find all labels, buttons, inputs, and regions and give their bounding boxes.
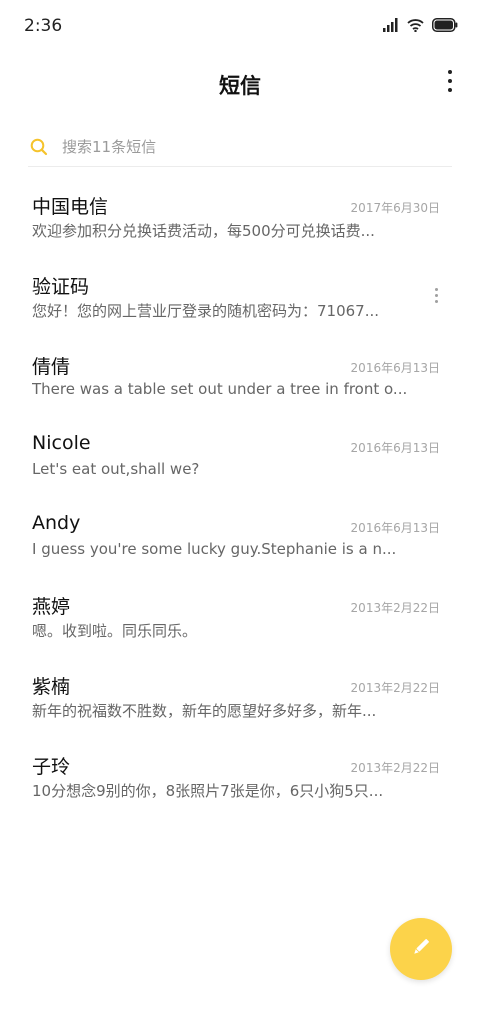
conversation-item[interactable]: 紫楠 2013年2月22日 新年的祝福数不胜数，新年的愿望好多好多，新年...: [0, 658, 480, 738]
contact-name: 燕婷: [32, 596, 71, 618]
message-preview: 嗯。收到啦。同乐同乐。: [32, 622, 198, 640]
contact-name: 子玲: [32, 756, 71, 778]
message-date: 2013年2月22日: [350, 601, 440, 615]
more-options-button[interactable]: [446, 70, 454, 96]
message-date: 2016年6月13日: [350, 441, 440, 455]
message-preview: 欢迎参加积分兑换话费活动，每500分可兑换话费...: [32, 222, 375, 240]
page-title: 短信: [219, 74, 261, 98]
message-date: 2016年6月13日: [350, 521, 440, 535]
contact-name: 中国电信: [32, 196, 109, 218]
contact-name: Nicole: [32, 432, 91, 454]
battery-icon: [432, 18, 458, 32]
contact-name: 紫楠: [32, 676, 71, 698]
message-preview: 10分想念9别的你，8张照片7张是你，6只小狗5只...: [32, 782, 384, 800]
conversation-item[interactable]: 倩倩 2016年6月13日 There was a table set out …: [0, 338, 480, 418]
message-preview: 您好！您的网上营业厅登录的随机密码为：71067...: [32, 302, 380, 320]
message-preview: 新年的祝福数不胜数，新年的愿望好多好多，新年...: [32, 702, 377, 720]
message-date: 2017年6月30日: [350, 201, 440, 215]
conversation-item[interactable]: 燕婷 2013年2月22日 嗯。收到啦。同乐同乐。: [0, 578, 480, 658]
conversation-item[interactable]: 子玲 2013年2月22日 10分想念9别的你，8张照片7张是你，6只小狗5只.…: [0, 738, 480, 818]
message-date: 2013年2月22日: [350, 681, 440, 695]
conversation-list: 中国电信 2017年6月30日 欢迎参加积分兑换话费活动，每500分可兑换话费.…: [0, 178, 480, 818]
contact-name: 倩倩: [32, 356, 71, 378]
status-time: 2:36: [24, 16, 63, 36]
message-preview: Let's eat out,shall we?: [32, 460, 200, 478]
search-bar[interactable]: [28, 130, 452, 167]
conversation-item[interactable]: Nicole 2016年6月13日 Let's eat out,shall we…: [0, 418, 480, 498]
search-input[interactable]: [62, 134, 432, 160]
conversation-item[interactable]: 中国电信 2017年6月30日 欢迎参加积分兑换话费活动，每500分可兑换话费.…: [0, 178, 480, 258]
status-icons: [383, 17, 458, 33]
compose-button[interactable]: [390, 918, 452, 980]
more-vertical-icon: [446, 70, 454, 92]
message-preview: I guess you're some lucky guy.Stephanie …: [32, 540, 397, 558]
compose-pencil-icon: [410, 936, 432, 962]
search-icon: [30, 138, 48, 156]
app-header: 短信: [0, 60, 480, 108]
message-preview: There was a table set out under a tree i…: [32, 380, 408, 398]
conversation-item[interactable]: Andy 2016年6月13日 I guess you're some luck…: [0, 498, 480, 578]
message-date: 2016年6月13日: [350, 361, 440, 375]
row-more-options-icon[interactable]: [434, 288, 438, 304]
message-date: 2013年2月22日: [350, 761, 440, 775]
status-bar: 2:36: [0, 0, 480, 52]
contact-name: Andy: [32, 512, 81, 534]
wifi-icon: [407, 18, 424, 32]
conversation-item[interactable]: 验证码 您好！您的网上营业厅登录的随机密码为：71067...: [0, 258, 480, 338]
signal-icon: [383, 18, 399, 32]
contact-name: 验证码: [32, 276, 90, 298]
